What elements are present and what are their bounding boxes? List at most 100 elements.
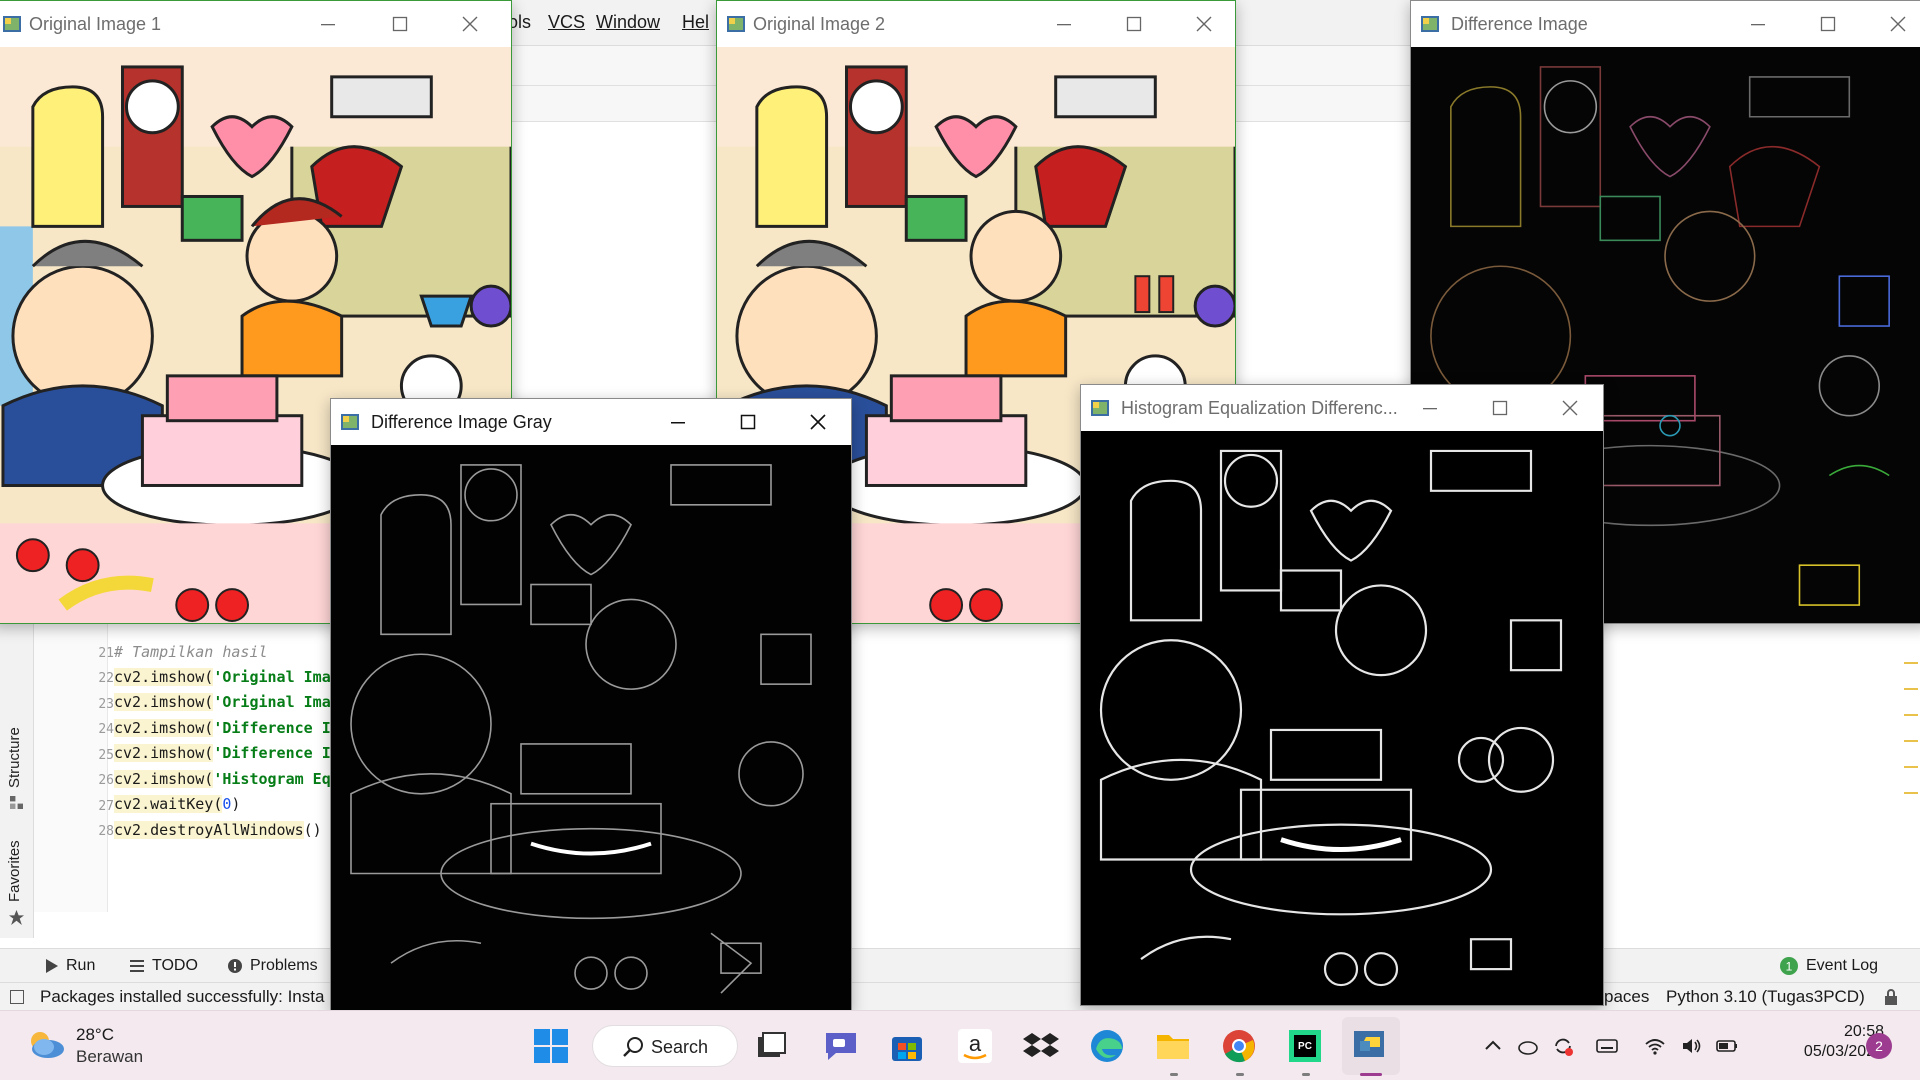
code-editor[interactable] (34, 612, 1920, 912)
run-icon (46, 959, 58, 973)
chevron-up-icon[interactable] (1482, 1035, 1504, 1057)
todo-tool-button[interactable]: TODO (130, 957, 198, 975)
notification-badge[interactable]: 2 (1866, 1033, 1892, 1059)
python-app-icon (1091, 400, 1109, 416)
stripe-mark[interactable] (1904, 740, 1918, 742)
line-number: 22 (98, 671, 114, 686)
svg-text:a: a (969, 1031, 982, 1056)
svg-text:PC: PC (1298, 1041, 1312, 1052)
task-view-icon[interactable] (752, 1027, 790, 1065)
code-line: cv2.imshow('Difference I (114, 744, 331, 762)
dropbox-icon[interactable] (1022, 1027, 1060, 1065)
code-line: cv2.imshow('Original Ima (114, 693, 331, 711)
problems-tool-button[interactable]: Problems (228, 957, 318, 975)
microsoft-store-icon[interactable] (888, 1027, 926, 1065)
chrome-icon[interactable] (1220, 1027, 1258, 1065)
system-clock[interactable]: 20:58 05/03/2023 (1758, 1023, 1884, 1061)
stripe-mark[interactable] (1904, 662, 1918, 664)
favorites-tab[interactable]: Favorites (6, 840, 23, 902)
stripe-mark[interactable] (1904, 714, 1918, 716)
minimize-icon[interactable] (665, 409, 691, 435)
search-label: Search (651, 1037, 709, 1057)
code-arg: 'Original Ima (213, 668, 331, 686)
event-log-button[interactable]: 1 Event Log (1780, 957, 1878, 975)
sync-icon[interactable] (1552, 1035, 1574, 1057)
minimize-icon[interactable] (315, 11, 341, 37)
run-tool-button[interactable]: Run (46, 957, 95, 975)
code-fn: cv2.imshow( (114, 770, 214, 788)
code-close: ) (231, 795, 241, 813)
code-arg: 'Difference I (213, 719, 331, 737)
window-histogram-equalization[interactable]: Histogram Equalization Differenc... (1080, 384, 1604, 1006)
status-message[interactable]: Packages installed successfully: Insta (40, 987, 324, 1007)
battery-icon[interactable] (1716, 1035, 1738, 1057)
maximize-icon[interactable] (1815, 11, 1841, 37)
structure-tab[interactable]: Structure (6, 727, 23, 788)
teams-chat-icon[interactable] (822, 1027, 860, 1065)
menu-window[interactable]: Window (596, 12, 660, 33)
windows-start-icon[interactable] (532, 1027, 570, 1065)
taskbar-search[interactable]: Search (592, 1025, 738, 1067)
onedrive-icon[interactable] (1516, 1035, 1538, 1057)
minimize-icon[interactable] (1745, 11, 1771, 37)
interpreter-status[interactable]: Python 3.10 (Tugas3PCD) (1666, 987, 1865, 1007)
window-titlebar[interactable]: Difference Image Gray (331, 399, 851, 445)
stripe-mark[interactable] (1904, 688, 1918, 690)
maximize-icon[interactable] (1121, 11, 1147, 37)
line-number: 24 (98, 722, 114, 737)
indent-status[interactable]: paces (1604, 987, 1649, 1007)
window-difference-image-gray[interactable]: Difference Image Gray (330, 398, 852, 1012)
python-app-active-tile[interactable] (1342, 1017, 1400, 1075)
star-icon (9, 910, 24, 925)
wifi-icon[interactable] (1644, 1035, 1666, 1057)
maximize-icon[interactable] (387, 11, 413, 37)
code-line: cv2.imshow('Histogram Eq (114, 770, 331, 788)
menu-vcs[interactable]: VCS (548, 12, 585, 33)
volume-icon[interactable] (1680, 1035, 1702, 1057)
event-log-label: Event Log (1806, 957, 1879, 974)
clock-time: 20:58 (1843, 1023, 1884, 1040)
image-difference-gray (331, 445, 851, 1011)
code-arg: 'Histogram Eq (213, 770, 331, 788)
minimize-icon[interactable] (1051, 11, 1077, 37)
weather-widget[interactable]: 28°C Berawan (26, 1023, 176, 1069)
window-titlebar[interactable]: Histogram Equalization Differenc... (1081, 385, 1603, 431)
window-titlebar[interactable]: Original Image 1 (0, 1, 511, 47)
file-explorer-icon[interactable] (1154, 1027, 1192, 1065)
running-indicator (1236, 1073, 1244, 1076)
code-arg: 'Original Ima (213, 693, 331, 711)
lock-icon[interactable] (1884, 989, 1898, 1005)
code-line: cv2.imshow('Original Ima (114, 668, 331, 686)
line-number: 26 (98, 773, 114, 788)
event-log-icon: 1 (1780, 957, 1798, 975)
window-titlebar[interactable]: Difference Image (1411, 1, 1920, 47)
window-titlebar[interactable]: Original Image 2 (717, 1, 1235, 47)
run-label: Run (66, 957, 96, 974)
amazon-icon[interactable]: a (956, 1027, 994, 1065)
code-line: cv2.destroyAllWindows() (114, 821, 322, 839)
svg-text:1: 1 (1786, 960, 1793, 974)
minimize-icon[interactable] (1417, 395, 1443, 421)
maximize-icon[interactable] (1487, 395, 1513, 421)
line-number: 28 (98, 824, 114, 839)
close-icon[interactable] (1885, 11, 1911, 37)
list-icon (130, 960, 144, 972)
close-icon[interactable] (1191, 11, 1217, 37)
problems-label: Problems (250, 957, 318, 974)
stripe-mark[interactable] (1904, 792, 1918, 794)
window-title: Original Image 2 (753, 14, 886, 34)
maximize-icon[interactable] (735, 409, 761, 435)
keyboard-icon[interactable] (1596, 1035, 1618, 1057)
line-number: 23 (98, 697, 114, 712)
close-icon[interactable] (805, 409, 831, 435)
menu-help[interactable]: Hel (682, 12, 709, 33)
stripe-mark[interactable] (1904, 766, 1918, 768)
close-icon[interactable] (457, 11, 483, 37)
pycharm-icon[interactable]: PC (1286, 1027, 1324, 1065)
structure-icon (10, 796, 23, 809)
panel-toggle-icon[interactable] (10, 990, 24, 1004)
close-icon[interactable] (1557, 395, 1583, 421)
line-number: 25 (98, 748, 114, 763)
edge-icon[interactable] (1088, 1027, 1126, 1065)
windows-taskbar: 28°C Berawan Search a PC 20:58 05/03/202… (0, 1010, 1920, 1080)
